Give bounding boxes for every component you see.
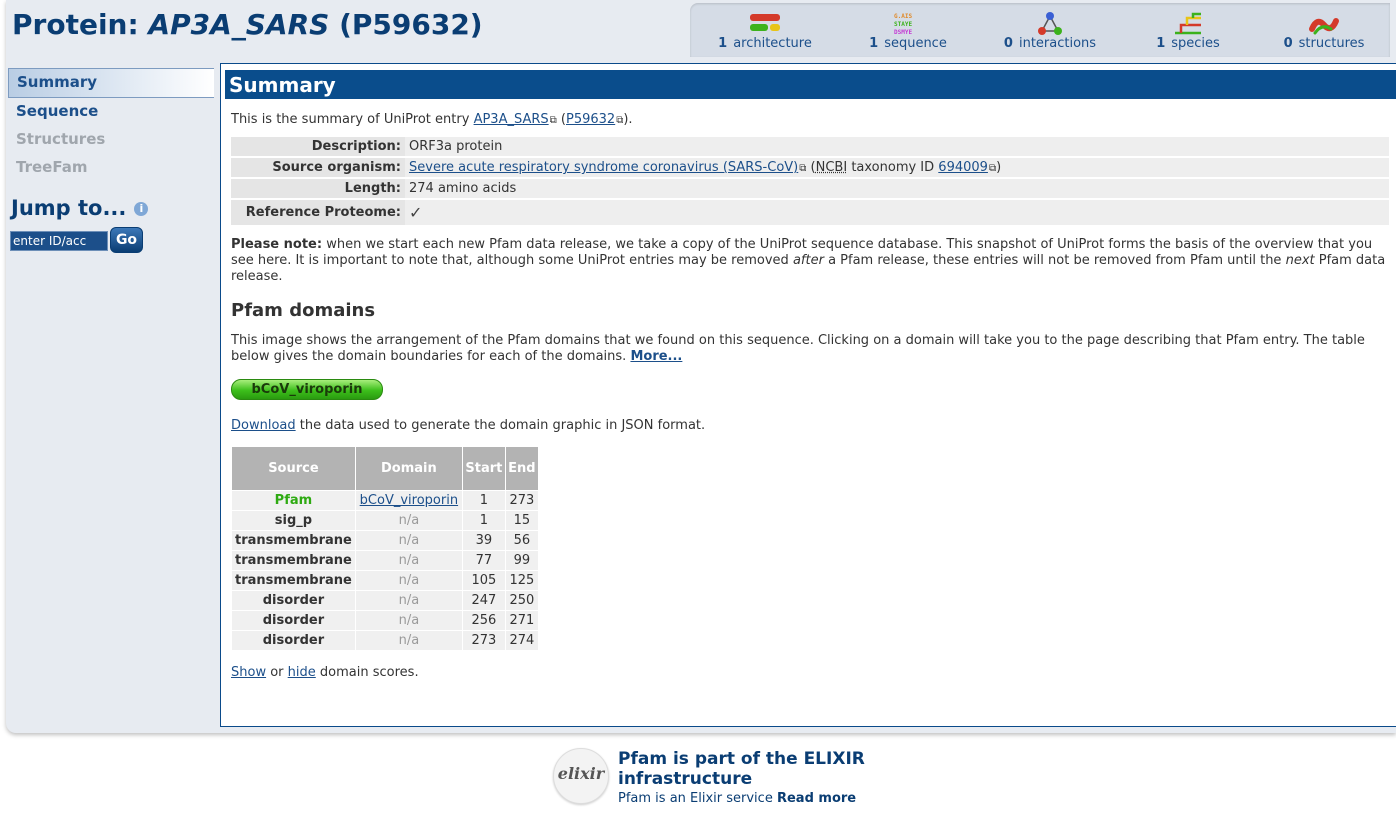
length-value: 274 amino acids	[405, 179, 1389, 198]
jump-to-input[interactable]	[10, 231, 108, 251]
main-panel: Summary This is the summary of UniProt e…	[220, 63, 1396, 727]
stats-bar: 1 architecture G.AIS STAYE DSMYE 1 sequenc…	[690, 3, 1390, 57]
uniprot-entry-link[interactable]: AP3A_SARS	[474, 112, 549, 127]
checkmark-icon: ✓	[409, 203, 422, 222]
col-end: End	[506, 447, 538, 490]
stat-structures[interactable]: 0 structures	[1274, 3, 1374, 57]
elixir-title: Pfam is part of the ELIXIR infrastructur…	[618, 749, 878, 789]
sidebar-item-summary[interactable]: Summary	[8, 68, 214, 98]
svg-text:DSMYE: DSMYE	[894, 29, 912, 36]
svg-text:STAYE: STAYE	[894, 21, 912, 28]
elixir-service-text: Pfam is an Elixir service Read more	[618, 791, 856, 806]
protein-info-table: Description: ORF3a protein Source organi…	[231, 135, 1389, 227]
organism-value: Severe acute respiratory syndrome corona…	[405, 158, 1389, 177]
domains-description: This image shows the arrangement of the …	[231, 333, 1391, 365]
proteome-value: ✓	[405, 200, 1389, 225]
jump-to-heading: Jump to... i	[11, 196, 148, 220]
domain-scores-toggle: Show or hide domain scores.	[231, 665, 1391, 680]
table-row: sig_p n/a 1 15	[232, 511, 538, 530]
stat-species[interactable]: 1 species	[1140, 3, 1236, 57]
sequence-icon: G.AIS STAYE DSMYE	[891, 11, 925, 37]
domain-graphic-bcov-viroporin[interactable]: bCoV_viroporin	[231, 379, 383, 400]
pfam-domains-heading: Pfam domains	[231, 300, 1391, 321]
species-icon	[1171, 11, 1205, 37]
more-link[interactable]: More...	[630, 349, 682, 364]
intro-text: This is the summary of UniProt entry AP3…	[231, 112, 1391, 127]
download-text: Download the data used to generate the d…	[231, 418, 1391, 433]
length-key: Length:	[231, 179, 405, 198]
interactions-icon	[1033, 11, 1067, 37]
stat-sequence[interactable]: G.AIS STAYE DSMYE 1 sequence	[858, 3, 958, 57]
proteome-key: Reference Proteome:	[231, 200, 405, 225]
table-row: disorder n/a 256 271	[232, 611, 538, 630]
table-row: disorder n/a 273 274	[232, 631, 538, 650]
read-more-link[interactable]: Read more	[777, 791, 856, 806]
description-value: ORF3a protein	[405, 137, 1389, 156]
uniprot-accession-link[interactable]: P59632	[566, 112, 615, 127]
external-link-icon: ⧉	[989, 163, 996, 174]
show-scores-link[interactable]: Show	[231, 665, 266, 680]
table-row: transmembrane n/a 39 56	[232, 531, 538, 550]
structures-icon	[1307, 11, 1341, 37]
table-row: transmembrane n/a 105 125	[232, 571, 538, 590]
sidebar-nav: Summary Sequence Structures TreeFam	[8, 68, 214, 182]
table-row: Pfam bCoV_viroporin 1 273	[232, 491, 538, 510]
organism-key: Source organism:	[231, 158, 405, 177]
summary-heading: Summary	[225, 70, 1396, 99]
stat-architecture[interactable]: 1 architecture	[710, 3, 820, 57]
please-note: Please note: when we start each new Pfam…	[231, 237, 1391, 285]
description-key: Description:	[231, 137, 405, 156]
info-icon[interactable]: i	[134, 202, 148, 216]
col-domain: Domain	[356, 447, 462, 490]
sidebar-item-treefam: TreeFam	[8, 154, 214, 182]
download-link[interactable]: Download	[231, 418, 296, 433]
elixir-logo[interactable]: elixir	[553, 748, 609, 804]
summary-content: This is the summary of UniProt entry AP3…	[231, 112, 1391, 680]
svg-text:G.AIS: G.AIS	[894, 13, 912, 20]
sidebar-item-structures: Structures	[8, 126, 214, 154]
domain-table: Source Domain Start End Pfam bCoV_viropo…	[231, 446, 539, 651]
go-button[interactable]: Go	[110, 227, 143, 253]
external-link-icon: ⧉	[799, 163, 806, 174]
organism-link[interactable]: Severe acute respiratory syndrome corona…	[409, 160, 798, 175]
page-title: Protein: AP3A_SARS (P59632)	[12, 8, 483, 41]
domain-link[interactable]: bCoV_viroporin	[360, 493, 458, 508]
elixir-footer: elixir Pfam is part of the ELIXIR infras…	[553, 748, 873, 808]
col-start: Start	[463, 447, 505, 490]
external-link-icon: ⧉	[550, 115, 557, 126]
architecture-icon	[748, 11, 782, 37]
table-row: transmembrane n/a 77 99	[232, 551, 538, 570]
ncbi-abbr: NCBI	[816, 160, 848, 175]
taxonomy-link[interactable]: 694009	[938, 160, 988, 175]
hide-scores-link[interactable]: hide	[288, 665, 316, 680]
sidebar-item-sequence[interactable]: Sequence	[8, 98, 214, 126]
col-source: Source	[232, 447, 355, 490]
table-row: disorder n/a 247 250	[232, 591, 538, 610]
stat-interactions[interactable]: 0 interactions	[990, 3, 1110, 57]
